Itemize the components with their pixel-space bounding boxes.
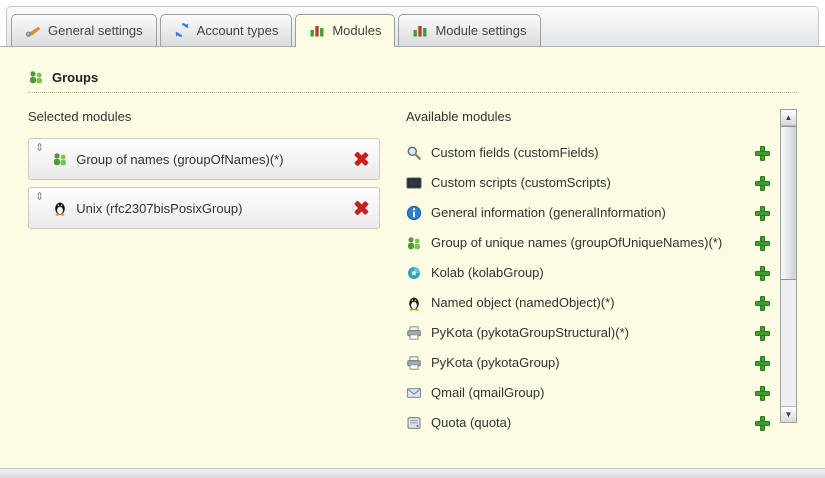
group-icon — [406, 235, 422, 251]
available-module-row: Named object (namedObject)(*) — [406, 288, 770, 318]
group-icon — [28, 69, 44, 85]
available-module-row: Quota (quota) — [406, 408, 770, 438]
printer-icon — [406, 355, 422, 371]
available-module-row: Kolab (kolabGroup) — [406, 258, 770, 288]
penguin-icon — [52, 200, 68, 216]
tab-label: Account types — [197, 23, 279, 38]
magnifier-icon — [406, 145, 422, 161]
add-module-icon[interactable] — [755, 266, 770, 281]
selected-modules-heading: Selected modules — [28, 109, 380, 124]
available-module-row: Group of unique names (groupOfUniqueName… — [406, 228, 770, 258]
add-module-icon[interactable] — [755, 356, 770, 371]
selected-module-label: Group of names (groupOfNames)(*) — [76, 152, 345, 167]
available-module-row: PyKota (pykotaGroup) — [406, 348, 770, 378]
scroll-up-icon[interactable]: ▲ — [781, 110, 796, 126]
tab-bar: General settings Account types Modules — [6, 6, 819, 46]
module-columns: Selected modules ⇕ Group of names (group… — [28, 109, 797, 438]
available-module-label: Group of unique names (groupOfUniqueName… — [431, 236, 746, 251]
modules-panel: Groups Selected modules ⇕ Group of names… — [0, 46, 825, 478]
available-module-label: Custom scripts (customScripts) — [431, 176, 746, 191]
section-title: Groups — [52, 70, 98, 85]
available-module-row: Custom scripts (customScripts) — [406, 168, 770, 198]
available-module-row: General information (generalInformation) — [406, 198, 770, 228]
selected-module-label: Unix (rfc2307bisPosixGroup) — [76, 201, 345, 216]
tab-label: Module settings — [435, 23, 526, 38]
tab-account-types[interactable]: Account types — [160, 14, 293, 46]
available-module-label: General information (generalInformation) — [431, 206, 746, 221]
available-module-label: Custom fields (customFields) — [431, 146, 746, 161]
available-module-label: Kolab (kolabGroup) — [431, 266, 746, 281]
mail-icon — [406, 385, 422, 401]
info-icon — [406, 205, 422, 221]
available-module-label: Quota (quota) — [431, 416, 746, 431]
available-module-row: Custom fields (customFields) — [406, 138, 770, 168]
available-module-row: PyKota (pykotaGroupStructural)(*) — [406, 318, 770, 348]
drag-handle-icon[interactable]: ⇕ — [35, 139, 44, 154]
modules-icon — [412, 22, 428, 38]
groups-section-header: Groups — [28, 69, 797, 93]
available-module-label: PyKota (pykotaGroup) — [431, 356, 746, 371]
available-modules-list: Available modules Custom fields (customF… — [406, 109, 770, 438]
available-module-label: PyKota (pykotaGroupStructural)(*) — [431, 326, 746, 341]
scrollbar-thumb[interactable] — [781, 126, 796, 280]
scrollbar[interactable]: ▲ ▼ — [780, 109, 797, 423]
add-module-icon[interactable] — [755, 296, 770, 311]
selected-module-row: ⇕ Group of names (groupOfNames)(*) — [28, 138, 380, 180]
footer-strip — [0, 468, 825, 478]
add-module-icon[interactable] — [755, 386, 770, 401]
add-module-icon[interactable] — [755, 146, 770, 161]
screen-icon — [406, 175, 422, 191]
available-module-label: Qmail (qmailGroup) — [431, 386, 746, 401]
penguin-icon — [406, 295, 422, 311]
tools-icon — [25, 22, 41, 38]
group-icon — [52, 151, 68, 167]
kolab-icon — [406, 265, 422, 281]
add-module-icon[interactable] — [755, 416, 770, 431]
drag-handle-icon[interactable]: ⇕ — [35, 188, 44, 203]
remove-module-icon[interactable] — [353, 200, 369, 216]
selected-module-row: ⇕ Unix (rfc2307bisPosixGroup) — [28, 187, 380, 229]
add-module-icon[interactable] — [755, 236, 770, 251]
selected-modules-column: Selected modules ⇕ Group of names (group… — [28, 109, 380, 438]
tab-label: General settings — [48, 23, 143, 38]
available-module-label: Named object (namedObject)(*) — [431, 296, 746, 311]
tab-modules[interactable]: Modules — [295, 14, 395, 47]
quota-icon — [406, 415, 422, 431]
sync-icon — [174, 22, 190, 38]
printer-icon — [406, 325, 422, 341]
modules-icon — [309, 22, 325, 38]
available-modules-column: Available modules Custom fields (customF… — [406, 109, 797, 438]
remove-module-icon[interactable] — [353, 151, 369, 167]
available-module-row: Qmail (qmailGroup) — [406, 378, 770, 408]
add-module-icon[interactable] — [755, 206, 770, 221]
tab-module-settings[interactable]: Module settings — [398, 14, 540, 46]
add-module-icon[interactable] — [755, 176, 770, 191]
add-module-icon[interactable] — [755, 326, 770, 341]
scroll-down-icon[interactable]: ▼ — [781, 406, 796, 422]
tab-general-settings[interactable]: General settings — [11, 14, 157, 46]
tab-label: Modules — [332, 23, 381, 38]
available-modules-heading: Available modules — [406, 109, 770, 124]
